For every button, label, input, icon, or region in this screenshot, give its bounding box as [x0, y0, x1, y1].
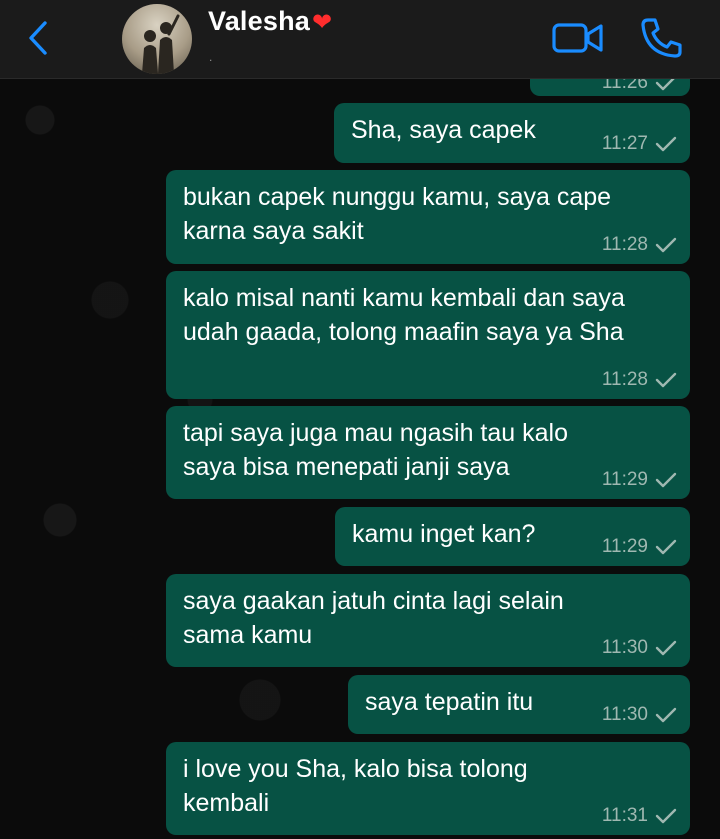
message-time: 11:30	[601, 704, 648, 725]
message-bubble[interactable]: saya gaakan jatuh cinta lagi selain sama…	[166, 574, 690, 667]
contact-avatar[interactable]	[122, 4, 192, 74]
message-bubble[interactable]: kamu inget kan? 11:29	[335, 507, 690, 566]
message-meta: 11:28	[602, 234, 678, 256]
contact-status: .	[209, 50, 213, 64]
sent-check-icon	[655, 707, 677, 723]
message-meta: 11:29	[602, 469, 678, 491]
sent-check-icon	[655, 640, 677, 656]
message-bubble[interactable]: saya tepatin itu 11:30	[348, 675, 690, 734]
message-bubble[interactable]: Sha, saya capek 11:27	[334, 103, 690, 163]
message-time: 11:29	[601, 469, 648, 490]
message-time: 11:30	[601, 637, 648, 658]
message-meta: 11:28	[602, 369, 678, 391]
avatar-silhouette	[142, 14, 180, 74]
message-time: 11:28	[601, 234, 648, 255]
video-call-button[interactable]	[551, 18, 605, 58]
message-time: 11:29	[601, 536, 648, 557]
message-text: saya gaakan jatuh cinta lagi selain sama…	[183, 587, 564, 649]
video-camera-icon	[552, 23, 603, 53]
contact-name-text: Valesha	[208, 6, 310, 36]
message-meta: 11:29	[602, 536, 678, 558]
phone-icon	[641, 18, 682, 58]
message-text: i love you Sha, kalo bisa tolong kembali	[183, 755, 528, 817]
message-meta: 11:30	[602, 637, 678, 659]
message-bubble[interactable]: i love you Sha, kalo bisa tolong kembali…	[166, 742, 690, 835]
sent-check-icon	[655, 237, 677, 253]
message-meta: 11:31	[602, 805, 678, 827]
message-text: kalo misal nanti kamu kembali dan saya u…	[183, 284, 625, 346]
voice-call-button[interactable]	[638, 16, 684, 60]
back-button[interactable]	[20, 18, 56, 58]
message-bubble[interactable]: kalo misal nanti kamu kembali dan saya u…	[166, 271, 690, 399]
chat-header: Valesha❤ .	[0, 0, 720, 79]
message-meta: 11:27	[602, 133, 678, 155]
sent-check-icon	[655, 539, 677, 555]
sent-check-icon	[655, 472, 677, 488]
heart-emoji: ❤	[311, 9, 333, 36]
sent-check-icon	[655, 136, 677, 152]
message-bubble[interactable]: bukan capek nunggu kamu, saya cape karna…	[166, 170, 690, 264]
sent-check-icon	[655, 808, 677, 824]
sent-check-icon	[655, 372, 677, 388]
message-meta: 11:30	[602, 704, 678, 726]
chevron-left-icon	[29, 21, 47, 55]
message-text: tapi saya juga mau ngasih tau kalo saya …	[183, 419, 568, 481]
message-time: 11:28	[601, 369, 648, 390]
message-text: bukan capek nunggu kamu, saya cape karna…	[183, 183, 612, 245]
message-time: 11:31	[601, 805, 648, 826]
message-bubble[interactable]: tapi saya juga mau ngasih tau kalo saya …	[166, 406, 690, 499]
contact-name[interactable]: Valesha❤	[208, 6, 332, 37]
message-time: 11:27	[601, 133, 648, 154]
